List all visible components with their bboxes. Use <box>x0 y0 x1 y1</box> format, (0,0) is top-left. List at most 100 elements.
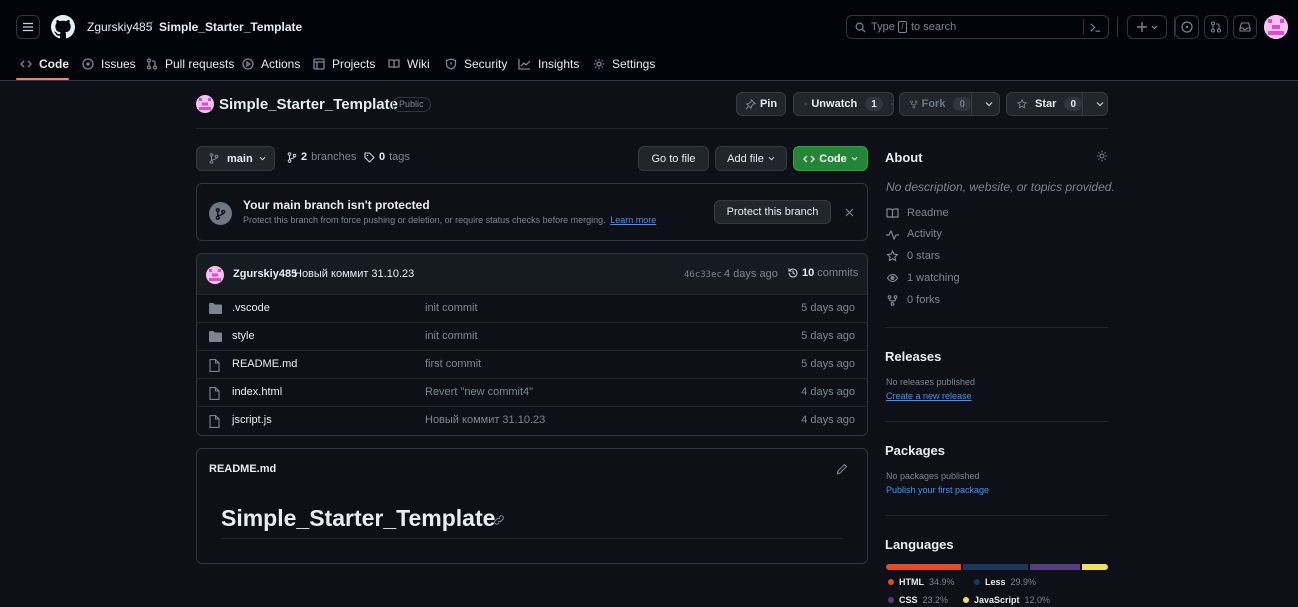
chevron-down-icon[interactable] <box>1096 101 1104 107</box>
watching-link[interactable]: 1 watching <box>886 272 960 284</box>
inbox-icon-button[interactable] <box>1233 15 1257 39</box>
language-color-dot <box>963 597 969 603</box>
avatar[interactable] <box>1264 15 1288 39</box>
commit-author[interactable]: Zgurskiy485 <box>233 268 297 280</box>
language-name: Less <box>985 577 1006 587</box>
search-key-hint: / <box>898 21 907 33</box>
tab-label: Security <box>464 57 508 71</box>
file-name[interactable]: README.md <box>232 358 297 370</box>
unwatch-button[interactable]: Unwatch 1 <box>793 92 894 116</box>
commit-author-avatar[interactable] <box>206 266 224 284</box>
tab-settings[interactable]: Settings <box>593 55 655 73</box>
branch-select[interactable]: main <box>196 146 275 171</box>
publish-package-link[interactable]: Publish your first package <box>886 485 989 495</box>
tab-security[interactable]: Security <box>445 55 507 73</box>
activity-link-label: Activity <box>907 228 942 240</box>
play-icon <box>242 58 254 70</box>
breadcrumb-owner[interactable]: Zgurskiy485 <box>87 20 152 34</box>
file-date: 5 days ago <box>801 358 855 370</box>
tab-code[interactable]: Code <box>20 55 69 73</box>
activity-link[interactable]: Activity <box>886 228 942 240</box>
tab-actions[interactable]: Actions <box>242 55 300 73</box>
stars-link[interactable]: 0 stars <box>886 250 940 262</box>
gear-icon[interactable] <box>1096 150 1108 162</box>
tags-count: 0 <box>379 151 386 163</box>
releases-title[interactable]: Releases <box>885 349 941 364</box>
tab-insights[interactable]: Insights <box>518 55 579 73</box>
eye-icon <box>886 273 899 283</box>
history-icon <box>788 268 798 278</box>
file-name[interactable]: .vscode <box>232 302 270 314</box>
search-input[interactable]: Type / to search <box>846 15 1109 39</box>
tab-label: Pull requests <box>165 57 235 71</box>
star-button[interactable]: Star 0 <box>1007 93 1083 115</box>
heading-underline <box>221 538 843 539</box>
file-name[interactable]: style <box>232 330 255 342</box>
file-commit-message[interactable]: init commit <box>425 302 478 314</box>
add-file-button[interactable]: Add file <box>715 146 787 171</box>
tab-wiki[interactable]: Wiki <box>388 55 430 73</box>
branches-link[interactable]: 2 branches <box>287 151 356 163</box>
language-item-html[interactable]: HTML 34.9% <box>888 577 955 587</box>
inbox-icon <box>1239 22 1251 32</box>
gear-icon <box>593 58 605 70</box>
create-new-button[interactable] <box>1127 15 1167 39</box>
language-bar-segment <box>1029 564 1081 570</box>
file-commit-message[interactable]: Новый коммит 31.10.23 <box>425 414 545 426</box>
table-row[interactable]: jscript.js Новый коммит 31.10.23 4 days … <box>197 406 867 434</box>
chevron-down-icon <box>851 156 858 161</box>
tab-pull-requests[interactable]: Pull requests <box>146 55 234 73</box>
table-row[interactable]: .vscode init commit 5 days ago <box>197 294 867 322</box>
language-color-dot <box>888 579 894 585</box>
table-row[interactable]: README.md first commit 5 days ago <box>197 350 867 378</box>
table-row[interactable]: index.html Revert "new commit4" 4 days a… <box>197 378 867 406</box>
command-palette-icon[interactable] <box>1090 22 1101 33</box>
unwatch-label: Unwatch <box>811 98 858 110</box>
readme-filename[interactable]: README.md <box>209 463 276 475</box>
pull-request-icon <box>1211 21 1221 33</box>
issues-icon-button[interactable] <box>1175 15 1199 39</box>
tab-projects[interactable]: Projects <box>313 55 375 73</box>
repo-title[interactable]: Simple_Starter_Template <box>219 96 398 113</box>
tags-link[interactable]: 0 tags <box>364 151 410 163</box>
code-dropdown-button[interactable]: Code <box>793 146 868 171</box>
breadcrumb-repo[interactable]: Simple_Starter_Template <box>159 20 302 34</box>
pencil-icon[interactable] <box>836 463 848 475</box>
readme-link[interactable]: Readme <box>886 207 949 219</box>
tab-issues[interactable]: Issues <box>82 55 136 73</box>
branch-icon <box>209 153 219 164</box>
language-item-css[interactable]: CSS 23.2% <box>888 595 948 605</box>
language-bar-segment <box>1082 564 1108 570</box>
close-icon[interactable] <box>845 208 854 217</box>
packages-title[interactable]: Packages <box>885 443 945 458</box>
language-item-javascript[interactable]: JavaScript 12.0% <box>963 595 1050 605</box>
file-name[interactable]: jscript.js <box>232 414 272 426</box>
github-logo-icon[interactable] <box>51 15 75 39</box>
create-release-link[interactable]: Create a new release <box>886 391 972 401</box>
language-percent: 12.0% <box>1024 595 1051 605</box>
go-to-file-button[interactable]: Go to file <box>638 146 709 171</box>
commit-message[interactable]: Новый коммит 31.10.23 <box>294 268 414 280</box>
learn-more-link[interactable]: Learn more <box>610 215 656 225</box>
fork-button[interactable]: Fork 0 <box>900 93 972 115</box>
shield-icon <box>445 58 457 70</box>
link-icon[interactable] <box>493 514 505 526</box>
owner-avatar[interactable] <box>196 95 214 113</box>
file-date: 4 days ago <box>801 414 855 426</box>
forks-link[interactable]: 0 forks <box>886 294 940 306</box>
language-item-less[interactable]: Less 29.9% <box>974 577 1036 587</box>
menu-icon[interactable] <box>16 15 40 39</box>
language-name: JavaScript <box>974 595 1020 605</box>
file-commit-message[interactable]: init commit <box>425 330 478 342</box>
chevron-down-icon[interactable] <box>985 101 993 107</box>
commit-sha[interactable]: 46c33ec <box>684 270 722 280</box>
file-name[interactable]: index.html <box>232 386 282 398</box>
protect-branch-button[interactable]: Protect this branch <box>714 200 831 224</box>
commits-link[interactable]: 10 commits <box>787 267 858 279</box>
pin-button[interactable]: Pin <box>736 92 786 116</box>
pull-requests-icon-button[interactable] <box>1204 15 1228 39</box>
file-commit-message[interactable]: first commit <box>425 358 481 370</box>
file-commit-message[interactable]: Revert "new commit4" <box>425 386 533 398</box>
table-row[interactable]: style init commit 5 days ago <box>197 322 867 350</box>
language-bar-segment <box>963 564 1028 570</box>
